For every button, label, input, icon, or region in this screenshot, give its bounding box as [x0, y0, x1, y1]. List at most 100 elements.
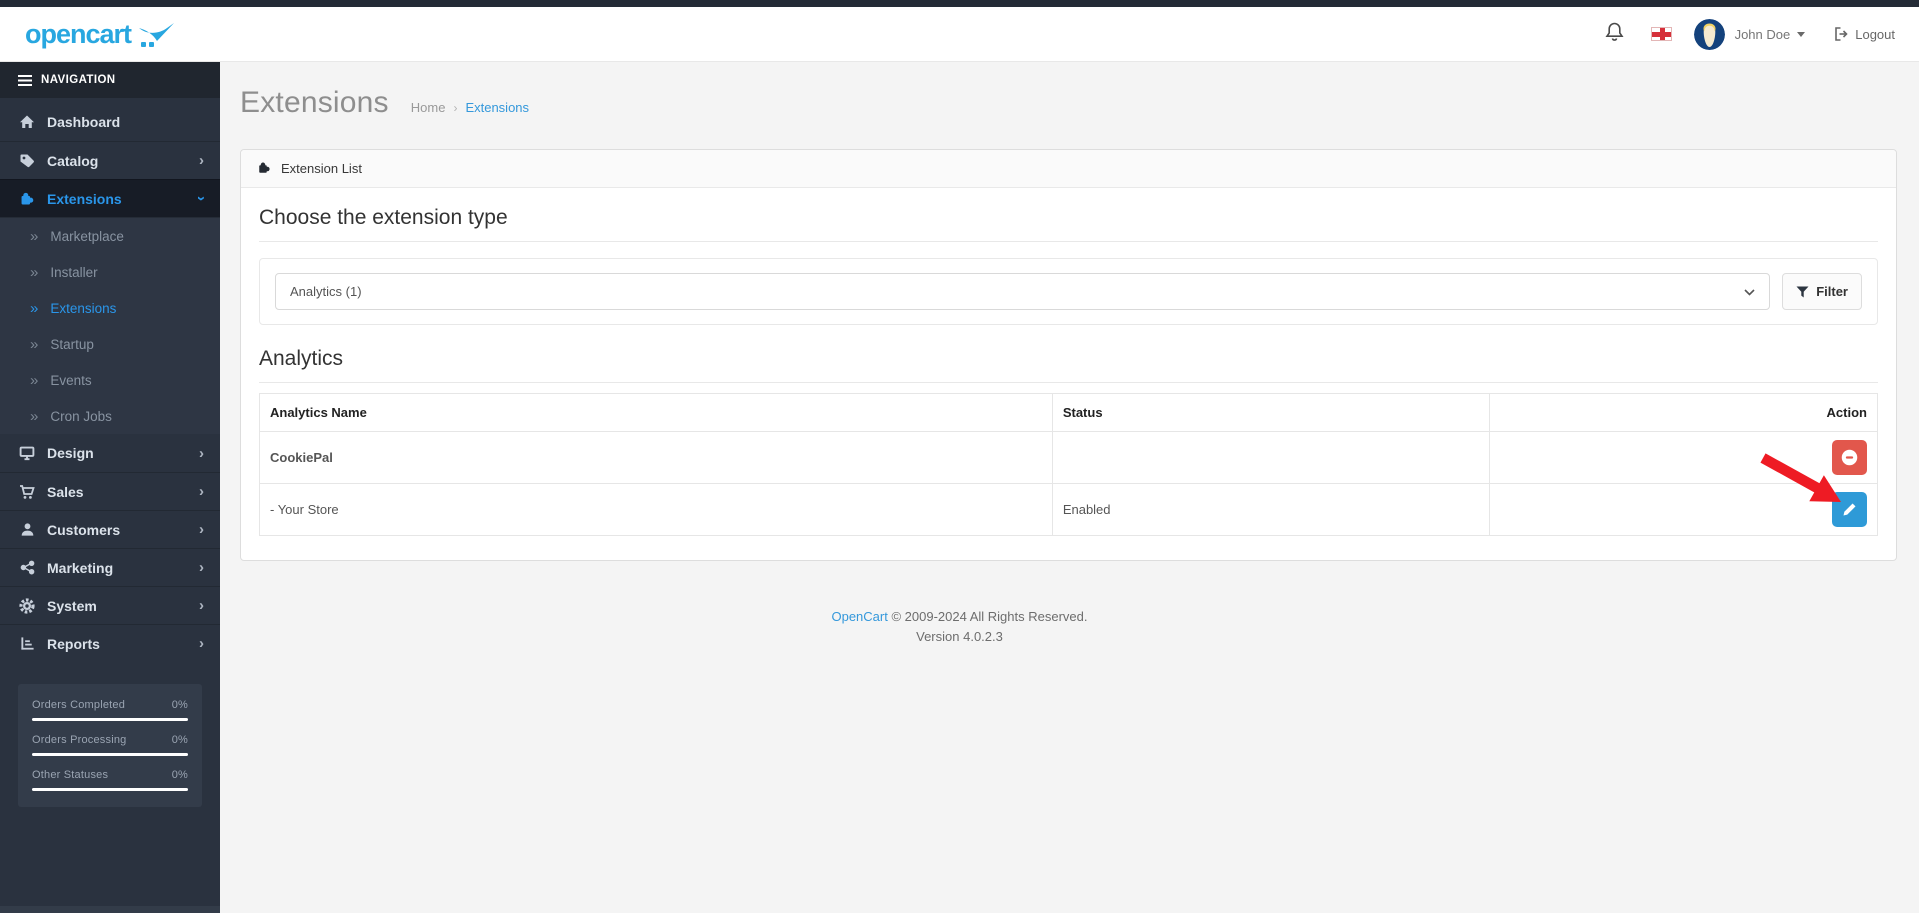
card-header-title: Extension List: [281, 161, 362, 176]
breadcrumb-current[interactable]: Extensions: [465, 100, 529, 115]
disable-extension-button[interactable]: [1832, 440, 1867, 475]
user-icon: [18, 522, 36, 537]
opencart-logo[interactable]: opencart: [25, 20, 175, 48]
header-actions: John Doe Logout: [1604, 18, 1895, 50]
sidebar-subitem-label: Cron Jobs: [50, 408, 112, 424]
extension-name-cell: CookiePal: [259, 431, 1053, 484]
breadcrumb: Home › Extensions: [411, 100, 529, 115]
edit-extension-button[interactable]: [1832, 492, 1867, 527]
footer-version: Version 4.0.2.3: [916, 629, 1003, 645]
language-flag-icon[interactable]: [1650, 27, 1672, 41]
cart-icon: [18, 484, 36, 500]
sidebar-subitem-label: Startup: [50, 336, 94, 352]
opencart-footer-link[interactable]: OpenCart: [831, 609, 887, 624]
extension-type-filter-box: Analytics (1) Filter: [259, 258, 1878, 325]
extension-list-card: Extension List Choose the extension type…: [240, 149, 1897, 561]
stat-orders-processing: Orders Processing 0%: [32, 734, 188, 756]
page-header: Extensions Home › Extensions: [220, 62, 1919, 120]
sidebar-item-marketing[interactable]: Marketing ›: [0, 548, 220, 586]
breadcrumb-home[interactable]: Home: [411, 100, 446, 115]
monitor-icon: [18, 445, 36, 461]
logout-button[interactable]: Logout: [1833, 26, 1895, 42]
card-header: Extension List: [241, 150, 1896, 188]
user-menu-caret-icon[interactable]: [1797, 31, 1806, 37]
chevron-right-icon: ›: [199, 559, 204, 576]
chevron-down-icon: ›: [193, 196, 210, 201]
logout-icon: [1835, 27, 1848, 41]
double-angle-icon: »: [30, 299, 39, 317]
sidebar-subitem-label: Installer: [50, 264, 98, 280]
double-angle-icon: »: [30, 407, 39, 425]
sidebar-item-label: Customers: [47, 521, 121, 538]
page-title: Extensions: [240, 86, 389, 119]
sidebar-item-extensions[interactable]: Extensions ›: [0, 179, 220, 217]
sidebar-item-label: Sales: [47, 483, 84, 500]
chevron-right-icon: ›: [199, 521, 204, 538]
sidebar-item-label: System: [47, 597, 97, 614]
stat-label: Orders Processing: [32, 734, 127, 746]
sidebar-footer-strip: [0, 906, 220, 913]
puzzle-icon: [257, 160, 272, 178]
extension-action-cell: [1488, 431, 1879, 484]
sidebar-item-customers[interactable]: Customers ›: [0, 510, 220, 548]
column-header-status: Status: [1051, 393, 1490, 432]
sidebar-item-startup[interactable]: » Startup: [0, 326, 220, 362]
funnel-icon: [1796, 286, 1809, 297]
stat-progress-bar: [32, 788, 188, 791]
sidebar-item-catalog[interactable]: Catalog ›: [0, 141, 220, 179]
stat-value: 0%: [171, 699, 188, 711]
sidebar-navigation-header: NAVIGATION: [0, 62, 220, 98]
sidebar-item-label: Catalog: [47, 152, 99, 169]
notifications-bell-icon[interactable]: [1604, 21, 1625, 48]
chevron-right-icon: ›: [199, 483, 204, 500]
double-angle-icon: »: [30, 335, 39, 353]
store-action-cell: [1488, 483, 1879, 536]
copyright-text: © 2009-2024 All Rights Reserved.: [887, 609, 1088, 624]
extension-type-select[interactable]: Analytics (1): [275, 273, 1771, 310]
sidebar-item-cron-jobs[interactable]: » Cron Jobs: [0, 398, 220, 434]
sidebar-item-sales[interactable]: Sales ›: [0, 472, 220, 510]
home-icon: [18, 114, 36, 130]
table-row-cookiepal: CookiePal: [259, 431, 1879, 484]
stat-label: Other Statuses: [32, 769, 109, 781]
user-name[interactable]: John Doe: [1735, 27, 1791, 42]
double-angle-icon: »: [30, 371, 39, 389]
sidebar-item-design[interactable]: Design ›: [0, 434, 220, 472]
double-angle-icon: »: [30, 227, 39, 245]
sidebar-item-installer[interactable]: » Installer: [0, 254, 220, 290]
choose-extension-type-heading: Choose the extension type: [259, 206, 1878, 242]
analytics-section-heading: Analytics: [259, 347, 1878, 383]
sidebar-item-events[interactable]: » Events: [0, 362, 220, 398]
sidebar-item-extensions-sub[interactable]: » Extensions: [0, 290, 220, 326]
footer-copyright: OpenCart © 2009-2024 All Rights Reserved…: [110, 607, 1809, 627]
minus-circle-icon: [1841, 449, 1858, 466]
stat-label: Orders Completed: [32, 699, 126, 711]
sidebar-item-dashboard[interactable]: Dashboard: [0, 103, 220, 141]
stat-value: 0%: [171, 734, 188, 746]
extensions-submenu: » Marketplace » Installer » Extensions »…: [0, 217, 220, 434]
sidebar-item-label: Reports: [47, 635, 100, 652]
hamburger-icon: [18, 74, 32, 86]
analytics-extensions-table: Analytics Name Status Action CookiePal -…: [259, 393, 1879, 536]
opencart-cart-icon: [139, 22, 175, 47]
sidebar-item-marketplace[interactable]: » Marketplace: [0, 218, 220, 254]
pencil-icon: [1843, 503, 1856, 516]
store-name-cell: - Your Store: [259, 483, 1053, 536]
footer: OpenCart © 2009-2024 All Rights Reserved…: [110, 607, 1809, 647]
puzzle-icon: [18, 190, 36, 207]
user-avatar[interactable]: [1693, 18, 1725, 50]
sidebar-subitem-label: Events: [50, 372, 92, 388]
gear-icon: [18, 597, 36, 614]
app-header: opencart John Doe Logout: [0, 7, 1919, 62]
column-header-analytics-name: Analytics Name: [259, 393, 1053, 432]
chevron-right-icon: ›: [199, 444, 204, 462]
sidebar-menu: Dashboard Catalog › Extensions › » Marke…: [0, 98, 220, 662]
stat-progress-bar: [32, 718, 188, 721]
share-icon: [18, 560, 36, 575]
filter-button[interactable]: Filter: [1782, 273, 1862, 310]
sidebar-item-label: Marketing: [47, 559, 114, 576]
column-header-action: Action: [1488, 393, 1879, 432]
stat-other-statuses: Other Statuses 0%: [32, 769, 188, 791]
breadcrumb-separator-icon: ›: [453, 101, 458, 115]
filter-button-label: Filter: [1816, 284, 1848, 299]
